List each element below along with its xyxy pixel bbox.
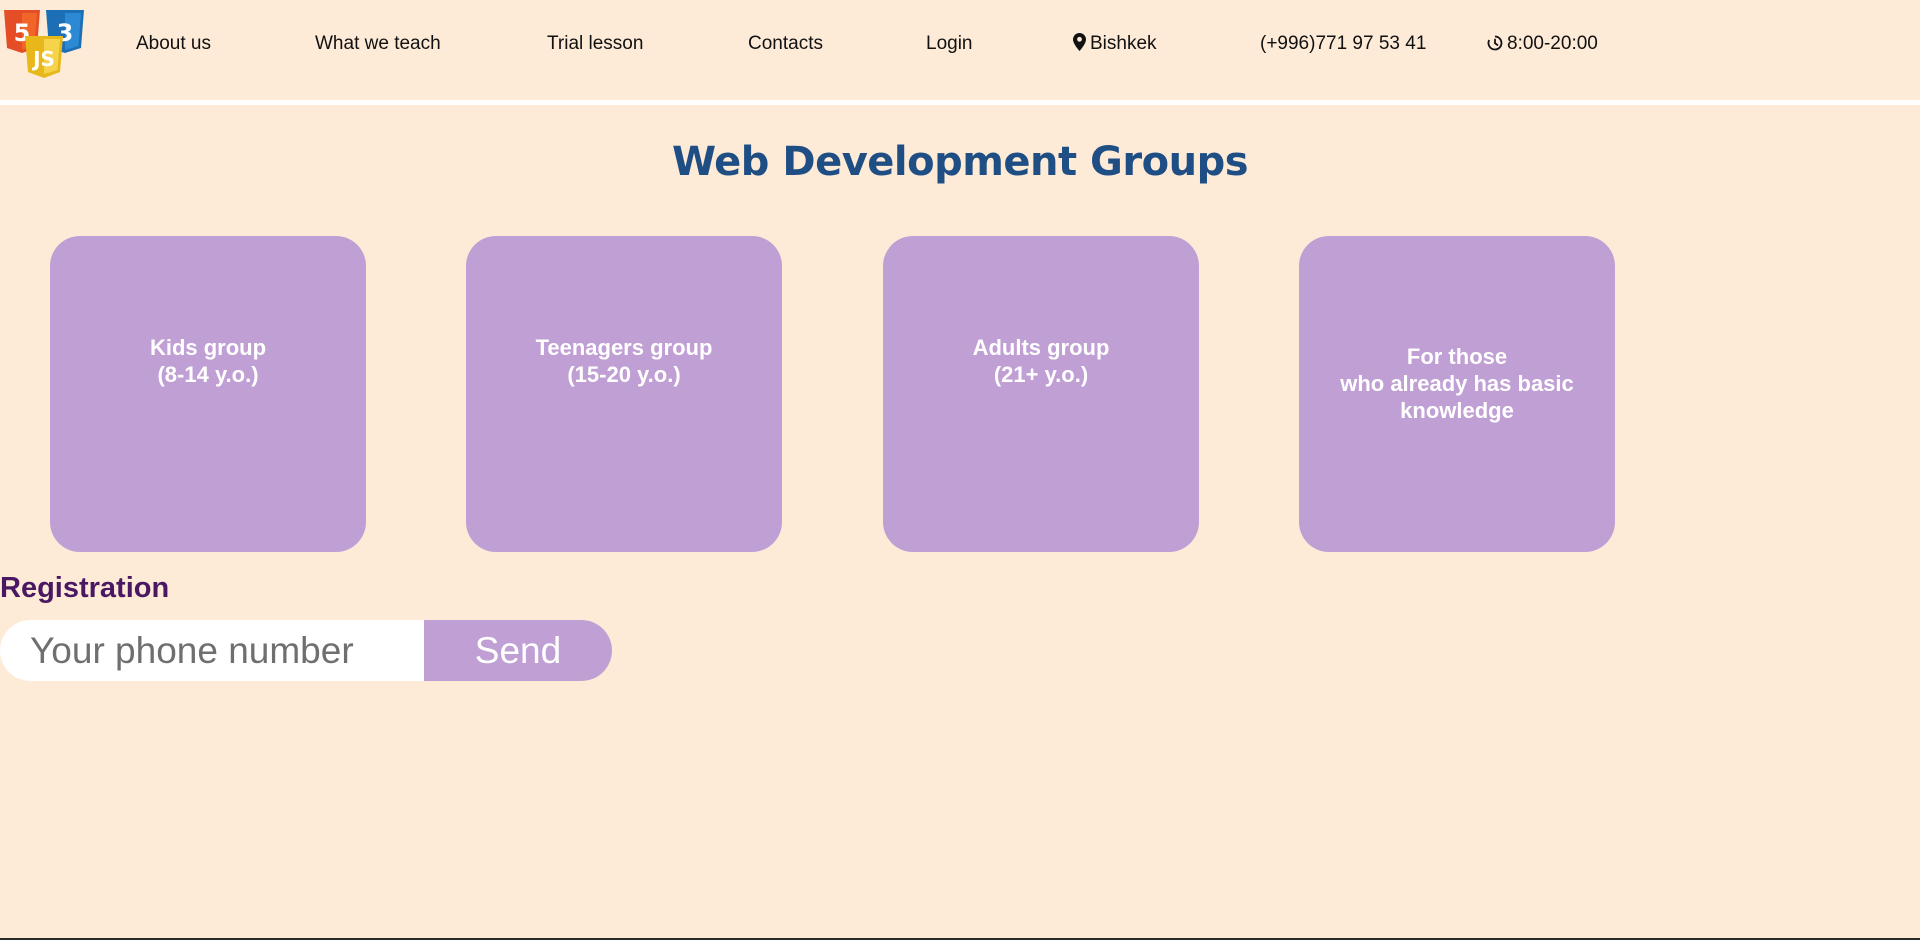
hours-text: 8:00-20:00: [1507, 33, 1598, 54]
nav-login[interactable]: Login: [926, 32, 973, 56]
html-css-js-logo[interactable]: 5 3 JS: [2, 8, 86, 80]
location-text: Bishkek: [1090, 33, 1157, 54]
group-card-label: Teenagers group (15-20 y.o.): [535, 335, 713, 387]
group-card-label: For those who already has basic knowledg…: [1340, 344, 1574, 423]
group-card-kids[interactable]: Kids group (8-14 y.o.): [50, 236, 366, 552]
group-card-label: Kids group (8-14 y.o.): [149, 335, 267, 387]
registration-title: Registration: [0, 572, 170, 604]
working-hours: 8:00-20:00: [1487, 32, 1598, 56]
group-card-adults[interactable]: Adults group (21+ y.o.): [883, 236, 1199, 552]
map-pin-icon: [1073, 33, 1086, 51]
group-card-label: Adults group (21+ y.o.): [972, 335, 1110, 387]
group-card-teenagers[interactable]: Teenagers group (15-20 y.o.): [466, 236, 782, 552]
group-card-basic-knowledge[interactable]: For those who already has basic knowledg…: [1299, 236, 1615, 552]
svg-text:JS: JS: [31, 47, 55, 71]
javascript-shield-icon: JS: [25, 36, 63, 78]
site-header: 5 3 JS About us What we teach Trial less…: [0, 0, 1920, 100]
nav-what-we-teach[interactable]: What we teach: [315, 32, 441, 56]
header-divider: [0, 100, 1920, 105]
phone-number-input[interactable]: [0, 620, 424, 681]
location-info: Bishkek: [1073, 32, 1157, 56]
nav-contacts[interactable]: Contacts: [748, 32, 823, 56]
nav-about-us[interactable]: About us: [136, 32, 211, 56]
send-button[interactable]: Send: [424, 620, 612, 681]
nav-trial-lesson[interactable]: Trial lesson: [547, 32, 643, 56]
phone-number: (+996)771 97 53 41: [1260, 33, 1427, 54]
clock-icon: [1487, 35, 1503, 51]
page-title: Web Development Groups: [671, 139, 1249, 185]
